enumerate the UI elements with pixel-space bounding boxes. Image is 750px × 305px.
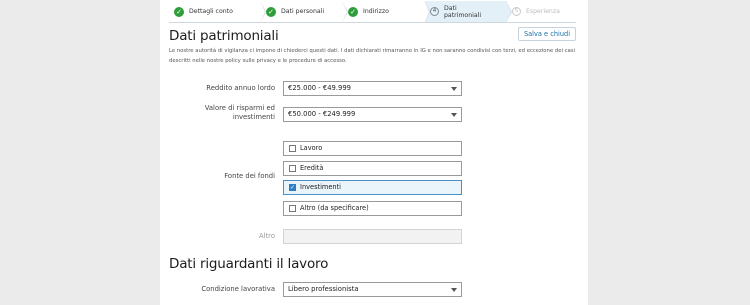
checkbox-icon[interactable] xyxy=(289,205,296,212)
funds-label: Fonte dei fondi xyxy=(224,172,275,180)
savings-value: €50.000 - €249.999 xyxy=(288,110,356,118)
option-label: Eredità xyxy=(300,164,324,172)
chevron-down-icon xyxy=(451,288,457,292)
chevron-down-icon xyxy=(451,113,457,117)
step-dati-patrimoniali[interactable]: 4 Dati patrimoniali xyxy=(425,1,512,23)
section-title-dati-patrimoniali: Dati patrimoniali xyxy=(169,28,279,44)
other-label: Altro xyxy=(258,232,275,240)
section-title-dati-lavoro: Dati riguardanti il lavoro xyxy=(169,256,329,272)
save-and-close-button[interactable]: Salva e chiudi xyxy=(518,27,576,41)
step-label: Esperienza xyxy=(526,8,560,15)
income-label: Reddito annuo lordo xyxy=(206,84,275,92)
funds-option-investimenti[interactable]: ✓ Investimenti xyxy=(283,180,462,195)
step-label: Indirizzo xyxy=(363,8,389,15)
chevron-down-icon xyxy=(451,87,457,91)
step-number-icon: 5 xyxy=(512,7,521,16)
option-label: Lavoro xyxy=(300,144,323,152)
step-label-line1: Dati xyxy=(444,4,457,12)
check-icon: ✓ xyxy=(174,6,184,17)
step-label: Dettagli conto xyxy=(189,8,233,15)
section-intro-text: Le nostre autorità di vigilanza ci impon… xyxy=(169,48,575,64)
savings-label-line2: investimenti xyxy=(232,113,275,121)
option-label: Investimenti xyxy=(300,183,342,191)
step-label-line2: patrimoniali xyxy=(444,11,482,19)
savings-label: Valore di risparmi ed investimenti xyxy=(167,104,275,122)
step-dettagli-conto[interactable]: ✓ Dettagli conto xyxy=(169,1,266,23)
checkbox-icon[interactable] xyxy=(289,145,296,152)
step-label: Dati personali xyxy=(281,8,325,15)
savings-select[interactable]: €50.000 - €249.999 xyxy=(283,107,462,122)
progress-stepper: ✓ Dettagli conto ✓ Dati personali ✓ Indi… xyxy=(169,1,576,23)
funds-option-eredita[interactable]: Eredità xyxy=(283,161,462,176)
step-number-icon: 4 xyxy=(430,7,439,16)
step-esperienza[interactable]: 5 Esperienza xyxy=(507,1,576,23)
check-icon: ✓ xyxy=(348,6,358,17)
employment-select[interactable]: Libero professionista xyxy=(283,282,462,297)
step-dati-personali[interactable]: ✓ Dati personali xyxy=(261,1,348,23)
income-value: €25.000 - €49.999 xyxy=(288,84,351,92)
funds-option-altro[interactable]: Altro (da specificare) xyxy=(283,201,462,216)
checkbox-icon[interactable] xyxy=(289,165,296,172)
funds-option-lavoro[interactable]: Lavoro xyxy=(283,141,462,156)
employment-label: Condizione lavorativa xyxy=(201,285,275,293)
check-icon: ✓ xyxy=(266,6,276,17)
checkbox-checked-icon[interactable]: ✓ xyxy=(289,184,296,191)
step-indirizzo[interactable]: ✓ Indirizzo xyxy=(343,1,430,23)
income-select[interactable]: €25.000 - €49.999 xyxy=(283,81,462,96)
savings-label-line1: Valore di risparmi ed xyxy=(204,104,275,112)
option-label: Altro (da specificare) xyxy=(300,204,369,212)
other-input[interactable] xyxy=(283,229,462,244)
employment-value: Libero professionista xyxy=(288,285,359,293)
